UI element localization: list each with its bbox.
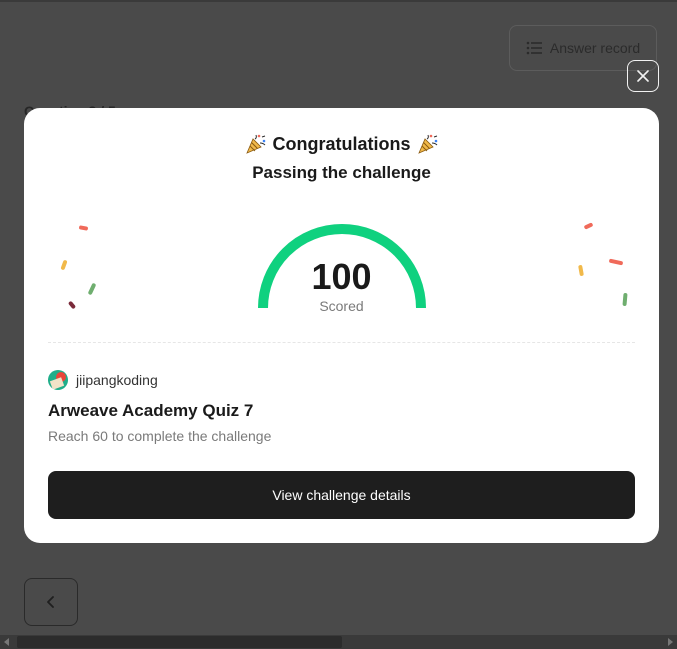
modal-title: Congratulations [272, 133, 411, 154]
divider [48, 342, 635, 343]
close-icon [637, 70, 649, 82]
modal-title-row: Congratulations [24, 133, 659, 155]
close-button[interactable] [627, 60, 659, 92]
scroll-right-arrow-icon[interactable] [668, 638, 673, 646]
confetti-piece [78, 225, 89, 231]
scrollbar-thumb[interactable] [17, 636, 342, 648]
modal-subtitle: Passing the challenge [252, 163, 431, 182]
avatar [48, 370, 68, 390]
creator-name: jiipangkoding [76, 372, 158, 388]
back-button[interactable] [24, 578, 78, 626]
result-modal: Congratulations Passing the challenge 10… [24, 108, 659, 543]
score-label: Scored [319, 298, 364, 314]
score-value: 100 [311, 256, 372, 297]
chevron-left-icon [47, 596, 54, 608]
scroll-left-arrow-icon[interactable] [4, 638, 9, 646]
quiz-description: Reach 60 to complete the challenge [48, 428, 272, 444]
creator-info: jiipangkoding [48, 370, 158, 390]
party-popper-icon [417, 134, 437, 154]
list-icon [526, 41, 542, 55]
quiz-title: Arweave Academy Quiz 7 [48, 401, 254, 420]
answer-record-label: Answer record [549, 40, 641, 56]
party-popper-icon [245, 134, 265, 154]
view-challenge-details-button[interactable]: View challenge details [48, 471, 635, 519]
confetti-piece [583, 222, 594, 230]
top-border [0, 0, 677, 2]
horizontal-scrollbar[interactable] [0, 635, 677, 649]
